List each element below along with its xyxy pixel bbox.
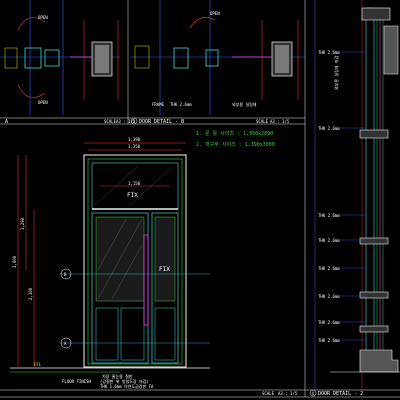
panel-a-title: A bbox=[5, 119, 8, 125]
fix-side-label: FIX bbox=[159, 266, 170, 273]
thk-note-b: THK 2.6mm bbox=[170, 102, 192, 107]
dim-width-inner: 1,150 bbox=[128, 181, 141, 186]
panel-a-scale-label: SCALE bbox=[104, 119, 117, 124]
thk-label-4: THK 2.6mm bbox=[318, 238, 340, 243]
frame-size-note: 2. 개구부 사이즈 : 1,390x3000 bbox=[196, 141, 275, 148]
fix-top-label: FIX bbox=[127, 192, 138, 199]
panel-b-title: DOOR DETAIL - B bbox=[139, 119, 184, 125]
dim-top-2: 1,350 bbox=[128, 144, 141, 149]
frame-label-b: FRAME bbox=[152, 102, 165, 107]
panel-2-scale-value: A3 : 1/5 bbox=[278, 391, 298, 396]
panel-b-scale-value: A3 : 1/5 bbox=[270, 119, 290, 124]
thk-label-7: THK 2.6mm bbox=[318, 320, 340, 325]
thk-label-2: THK 2.6mm bbox=[318, 126, 340, 131]
thk-label-5: THK 2.6mm bbox=[318, 266, 340, 271]
thk-label-1: THK 2.6mm bbox=[318, 50, 340, 55]
right-note: 외부용 실링재 마감 bbox=[333, 55, 339, 90]
open-label-top-b: OPEN bbox=[210, 11, 220, 16]
ffl-label: FFL bbox=[34, 362, 42, 367]
dim-height-total: 3,000 bbox=[12, 255, 17, 268]
panel-2-title: DOOR DETAIL - 2 bbox=[318, 391, 363, 397]
thk-label-3: THK 2.6mm bbox=[318, 213, 340, 218]
open-label-top-a: OPEN bbox=[38, 15, 48, 20]
cad-drawing-canvas: OPEN OPEN A SCALE A3 : 1/5 OPEN FRAME TH… bbox=[0, 0, 400, 400]
dim-height-2: 2,100 bbox=[28, 287, 33, 300]
thk-label-8: THK 2.6mm bbox=[318, 338, 340, 343]
panel-2-scale-label: SCALE bbox=[262, 391, 275, 396]
floor-finish-label: FLOOR FINISH bbox=[62, 379, 91, 384]
ext-note-b: 외부용 실링재 bbox=[232, 101, 257, 107]
panel-b-scale-label: SCALE bbox=[256, 119, 269, 124]
bottom-note-3: THK 1.6mm 아연도금강판 FA bbox=[100, 383, 154, 389]
thk-label-6: THK 2.6mm bbox=[318, 294, 340, 299]
dim-height-1: 1,290 bbox=[20, 217, 25, 230]
open-label-bottom-a: OPEN bbox=[38, 100, 48, 105]
dim-top-1: 1,390 bbox=[128, 137, 141, 142]
opening-size-note: 1. 문 틀 사이즈 : 1,350x2890 bbox=[196, 130, 273, 137]
